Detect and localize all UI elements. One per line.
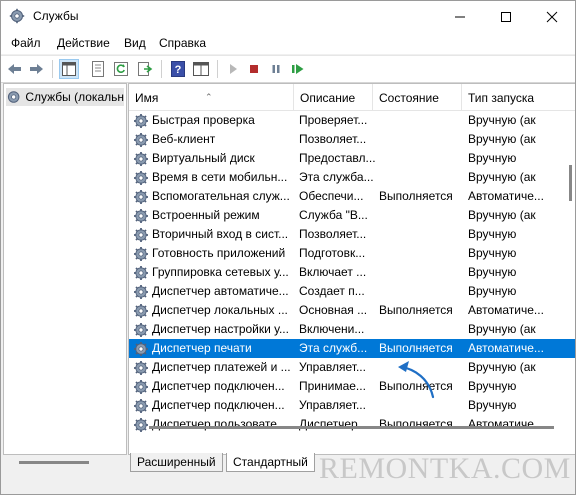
services-window: Службы Файл Действие Вид Справка ? Служб… [0,0,576,495]
annotation-arrow-icon [398,361,435,399]
